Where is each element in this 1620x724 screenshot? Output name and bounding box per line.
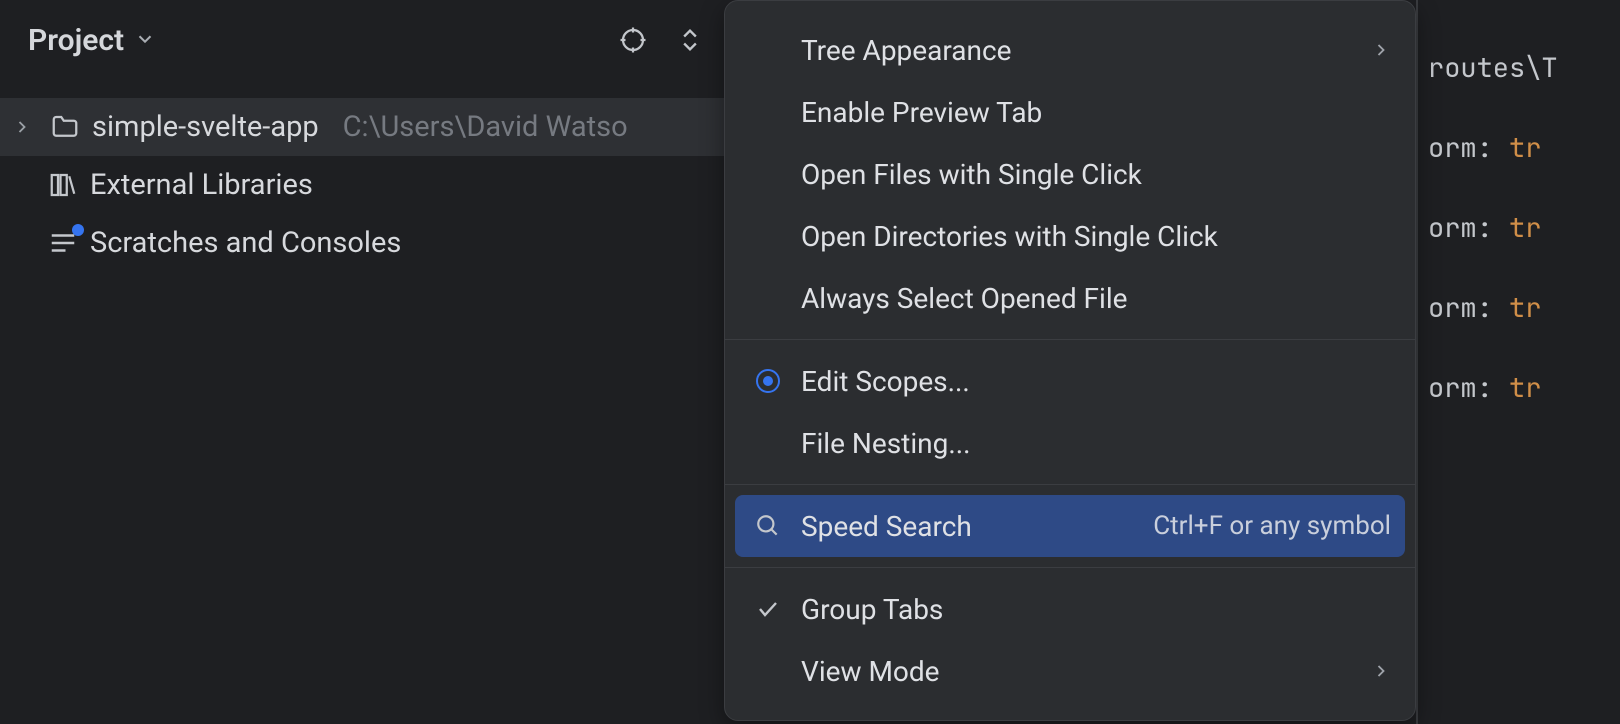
editor-line: orm: tr: [1418, 268, 1620, 348]
menu-open-dirs-single-click[interactable]: Open Directories with Single Click: [725, 205, 1415, 267]
chevron-right-icon: [1371, 34, 1391, 67]
locate-icon[interactable]: [618, 25, 648, 55]
chevron-right-icon: [1371, 655, 1391, 688]
editor-line: orm: tr: [1418, 188, 1620, 268]
project-path-label: C:\Users\David Watso: [343, 110, 628, 144]
scratches-label: Scratches and Consoles: [90, 226, 401, 260]
menu-view-mode[interactable]: View Mode: [725, 640, 1415, 702]
editor-line: orm: tr: [1418, 108, 1620, 188]
project-dropdown[interactable]: Project: [28, 23, 156, 58]
editor-line: orm: tr: [1418, 348, 1620, 428]
project-name-label: simple-svelte-app: [92, 110, 319, 144]
chevron-right-icon[interactable]: [6, 117, 38, 137]
scratches-icon: [46, 228, 80, 258]
project-options-menu: Tree Appearance Enable Preview Tab Open …: [724, 0, 1416, 721]
menu-enable-preview-tab[interactable]: Enable Preview Tab: [725, 81, 1415, 143]
menu-separator: [725, 567, 1415, 568]
menu-speed-search[interactable]: Speed Search Ctrl+F or any symbol: [735, 495, 1405, 557]
menu-edit-scopes[interactable]: Edit Scopes...: [725, 350, 1415, 412]
library-icon: [46, 170, 80, 200]
radio-on-icon: [749, 369, 787, 393]
editor-peek: routes\T orm: tr orm: tr orm: tr orm: tr: [1416, 0, 1620, 724]
menu-open-files-single-click[interactable]: Open Files with Single Click: [725, 143, 1415, 205]
menu-separator: [725, 484, 1415, 485]
project-sidebar: Project: [0, 0, 830, 724]
menu-shortcut-label: Ctrl+F or any symbol: [1153, 511, 1391, 541]
editor-tab-fragment: routes\T: [1418, 28, 1620, 108]
tree-root-project[interactable]: simple-svelte-app C:\Users\David Watso: [0, 98, 830, 156]
tree-external-libraries[interactable]: External Libraries: [0, 156, 830, 214]
menu-group-tabs[interactable]: Group Tabs: [725, 578, 1415, 640]
chevron-down-icon: [134, 24, 156, 57]
menu-always-select-opened[interactable]: Always Select Opened File: [725, 267, 1415, 329]
tree-scratches[interactable]: Scratches and Consoles: [0, 214, 830, 272]
search-icon: [749, 513, 787, 539]
menu-file-nesting[interactable]: File Nesting...: [725, 412, 1415, 474]
folder-icon: [48, 112, 82, 142]
menu-separator: [725, 339, 1415, 340]
project-tree: simple-svelte-app C:\Users\David Watso E…: [0, 80, 830, 272]
project-title: Project: [28, 23, 124, 58]
expand-all-icon[interactable]: [676, 26, 704, 54]
indicator-dot-icon: [72, 224, 84, 236]
check-icon: [749, 597, 787, 621]
sidebar-header: Project: [0, 0, 830, 80]
external-libraries-label: External Libraries: [90, 168, 313, 202]
menu-tree-appearance[interactable]: Tree Appearance: [725, 19, 1415, 81]
